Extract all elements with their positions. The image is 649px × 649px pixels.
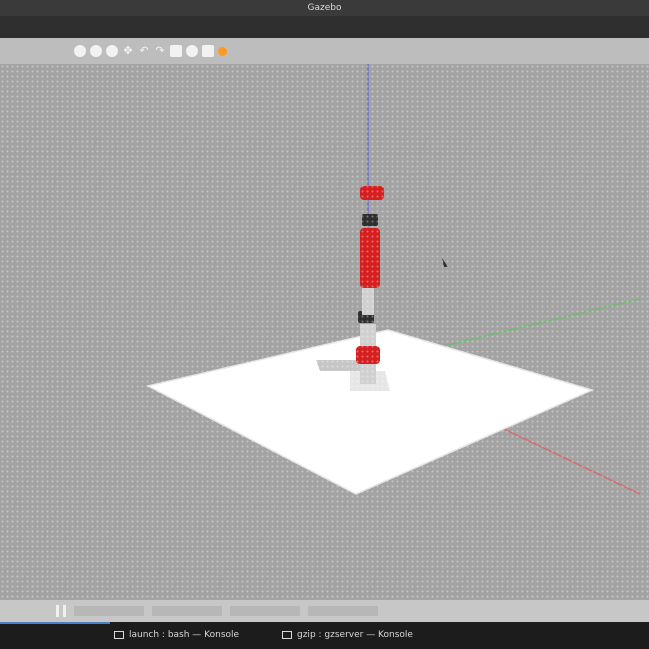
task-gzserver-label: gzip : gzserver — Konsole [297, 630, 413, 640]
simulation-status-bar [0, 600, 649, 622]
menu-bar [0, 16, 649, 38]
robot-end-effector [360, 186, 384, 200]
desktop-taskbar: launch : bash — Konsole gzip : gzserver … [0, 622, 649, 649]
robot-joint-upper [362, 214, 378, 226]
point-light-icon[interactable] [218, 46, 227, 56]
select-tool-icon[interactable] [74, 45, 86, 57]
scene-viewport[interactable] [0, 64, 649, 600]
cylinder-shape-icon[interactable] [202, 45, 214, 57]
scale-tool-icon[interactable]: ✥ [122, 45, 134, 57]
terminal-icon [114, 631, 124, 639]
robot-shadow [316, 360, 362, 371]
robot-upper-segment [360, 228, 380, 288]
robot-joint-lower [356, 346, 380, 364]
iterations-readout [308, 606, 378, 616]
sphere-shape-icon[interactable] [186, 45, 198, 57]
task-gzserver-konsole[interactable]: gzip : gzserver — Konsole [282, 630, 413, 640]
terminal-icon [282, 631, 292, 639]
window-title: Gazebo [307, 3, 342, 13]
gazebo-window: Gazebo ✥ ↶ ↷ launch: bash — Konsole gzi… [0, 0, 649, 649]
redo-icon[interactable]: ↷ [154, 45, 166, 57]
task-launch-label: launch : bash — Konsole [129, 630, 240, 640]
window-titlebar[interactable]: Gazebo [0, 0, 649, 16]
toolbar: ✥ ↶ ↷ [0, 38, 649, 64]
pause-icon[interactable] [56, 605, 66, 617]
task-launch-konsole[interactable]: launch : bash — Konsole [114, 630, 239, 640]
active-task-indicator [0, 622, 110, 624]
translate-tool-icon[interactable] [90, 45, 102, 57]
real-time-readout [230, 606, 300, 616]
undo-icon[interactable]: ↶ [138, 45, 150, 57]
sim-time-readout [152, 606, 222, 616]
real-time-factor-readout [74, 606, 144, 616]
scene-render [0, 64, 649, 600]
rotate-tool-icon[interactable] [106, 45, 118, 57]
box-shape-icon[interactable] [170, 45, 182, 57]
